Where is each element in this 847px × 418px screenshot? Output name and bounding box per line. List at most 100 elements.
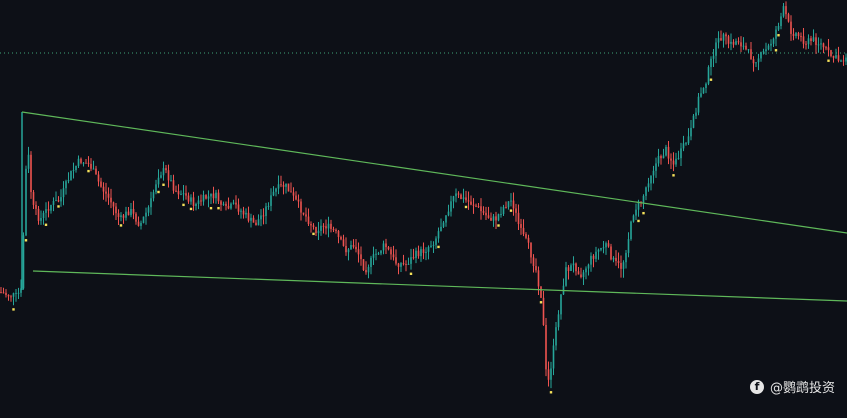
candle-75 — [187, 192, 190, 204]
candle-182 — [455, 188, 457, 203]
candle-170 — [425, 247, 427, 261]
candle-body — [817, 44, 820, 46]
candle-body — [735, 41, 737, 45]
candle-150 — [375, 248, 377, 261]
candle-body — [525, 234, 527, 238]
candle-body — [135, 213, 137, 222]
candle-316 — [790, 15, 792, 41]
candle-body — [657, 156, 660, 164]
candle-body — [785, 6, 787, 15]
candle-body — [502, 206, 505, 214]
price-chart[interactable] — [0, 0, 847, 418]
candle-332 — [830, 49, 832, 58]
candle-299 — [747, 48, 750, 54]
candle-body — [760, 52, 762, 59]
candle-body — [570, 265, 572, 271]
candle-110 — [275, 187, 277, 197]
candle-156 — [390, 246, 392, 260]
signal-marker — [409, 272, 413, 276]
candle-body — [642, 195, 645, 203]
candle-106 — [265, 202, 267, 225]
candle-40 — [100, 177, 102, 188]
candle-body — [745, 45, 747, 50]
candle-body — [62, 188, 65, 198]
candle-144 — [360, 246, 362, 266]
candle-body — [722, 34, 725, 41]
candle-body — [512, 200, 515, 209]
candle-34 — [85, 159, 87, 164]
candle-body — [342, 239, 345, 246]
candle-body — [330, 223, 332, 229]
candle-body — [220, 201, 222, 205]
candle-184 — [460, 193, 462, 200]
candle-body — [375, 253, 377, 255]
candle-body — [472, 204, 475, 206]
signal-marker — [209, 206, 213, 210]
candle-body — [452, 196, 455, 202]
candle-body — [115, 206, 117, 214]
candle-116 — [290, 182, 292, 193]
candle-188 — [470, 195, 472, 206]
candle-body — [767, 45, 770, 50]
candle-236 — [590, 252, 592, 272]
candle-171 — [427, 245, 430, 260]
candle-body — [195, 204, 197, 207]
candle-body — [717, 38, 720, 43]
candle-body — [410, 257, 412, 264]
candle-body — [687, 136, 690, 144]
candle-146 — [365, 261, 367, 275]
candle-164 — [410, 248, 412, 270]
candle-body — [190, 197, 192, 202]
candle-body — [280, 184, 282, 186]
candle-100 — [250, 213, 252, 228]
candle-133 — [332, 226, 335, 233]
candle-body — [505, 206, 507, 208]
candle-body — [442, 222, 445, 227]
candle-125 — [312, 223, 315, 230]
signal-marker — [87, 169, 90, 173]
candle-body — [537, 270, 540, 287]
candle-body — [732, 41, 735, 45]
candle-38 — [95, 165, 97, 175]
candle-body — [430, 245, 432, 248]
candle-body — [552, 345, 555, 369]
candle-250 — [625, 249, 627, 269]
candle-288 — [720, 30, 722, 41]
candle-71 — [177, 184, 180, 200]
candle-body — [672, 160, 675, 165]
candle-body — [832, 55, 835, 58]
candle-body — [840, 60, 842, 62]
candle-122 — [305, 207, 307, 222]
candle-body — [595, 251, 597, 259]
candle-33 — [82, 161, 85, 167]
candle-65 — [162, 161, 165, 181]
candle-body — [545, 324, 547, 370]
candle-body — [675, 158, 677, 165]
candle-74 — [185, 185, 187, 200]
candle-196 — [490, 212, 492, 221]
candle-body — [617, 260, 620, 263]
candle-281 — [702, 87, 705, 94]
candle-189 — [472, 198, 475, 214]
candle-body — [215, 192, 217, 199]
candle-body — [175, 190, 177, 192]
candle-body — [702, 87, 705, 94]
candle-176 — [440, 218, 442, 232]
candle-90 — [225, 201, 227, 211]
candle-61 — [152, 189, 155, 202]
candle-body — [265, 206, 267, 216]
candle-body — [565, 267, 567, 286]
candle-body — [577, 271, 580, 275]
candle-89 — [222, 201, 225, 206]
candle-204 — [510, 193, 512, 207]
candle-body — [527, 237, 530, 243]
candle-body — [110, 197, 112, 203]
candle-body — [812, 37, 815, 41]
candle-138 — [345, 237, 347, 256]
candle-135 — [337, 230, 340, 244]
chart-canvas[interactable] — [0, 0, 847, 418]
candle-body — [587, 264, 590, 269]
candle-127 — [317, 222, 320, 240]
candle-body — [670, 158, 672, 161]
candle-body — [200, 200, 202, 202]
